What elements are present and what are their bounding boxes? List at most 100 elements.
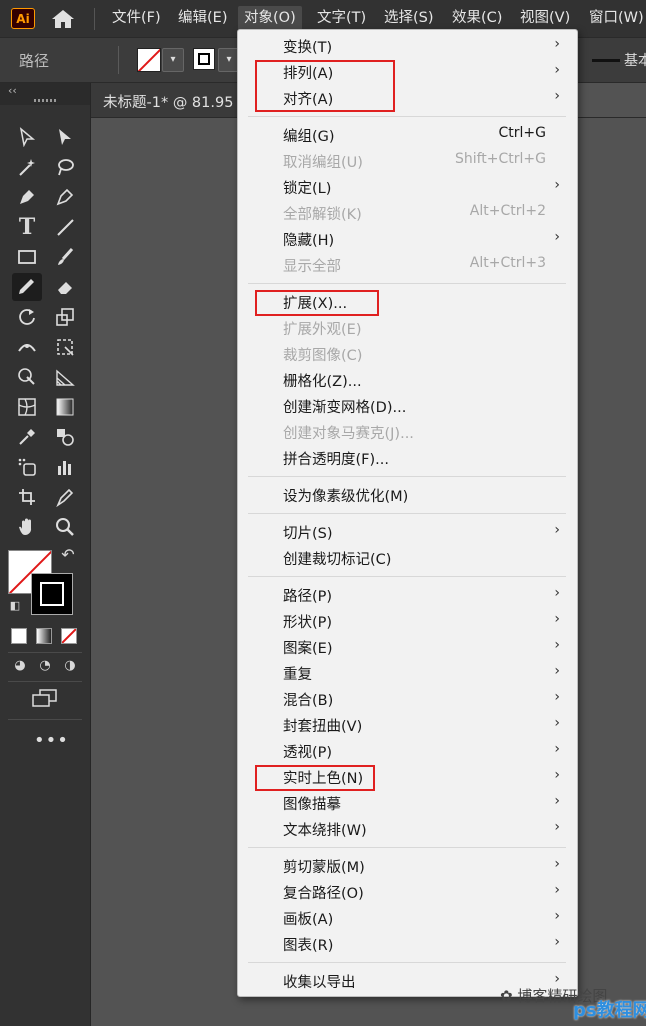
object-menu-item[interactable]: 隐藏(H) › [238,226,577,252]
menu-8[interactable]: 窗口(W) [583,6,646,30]
object-menu-item[interactable]: 复合路径(O) › [238,879,577,905]
annotation-highlight-box [255,60,395,112]
submenu-chevron-right-icon: › [554,689,560,705]
artboard-tool-icon[interactable] [14,484,40,510]
menu-5[interactable]: 选择(S) [378,6,440,30]
screen-mode-icon[interactable] [30,687,60,711]
eraser-tool-icon[interactable] [52,274,78,300]
stroke-color-swatch[interactable] [31,573,73,615]
color-mode-icon[interactable] [11,628,27,644]
curvature-tool-icon[interactable] [52,184,78,210]
draw-inside-icon[interactable]: ◑ [59,655,81,677]
home-icon[interactable] [50,8,76,30]
object-menu-item[interactable]: 设为像素级优化(M) [238,482,577,508]
object-menu-item[interactable]: 创建裁切标记(C) [238,545,577,571]
object-menu-item: 显示全部 Alt+Ctrl+3 [238,252,577,278]
object-menu-item: 裁剪图像(C) [238,341,577,367]
line-segment-tool-icon[interactable] [52,214,78,240]
shape-builder-tool-icon[interactable] [14,364,40,390]
submenu-chevron-right-icon: › [554,741,560,757]
lasso-tool-icon[interactable] [52,154,78,180]
menu-7[interactable]: 视图(V) [514,6,576,30]
object-menu-item[interactable]: 图表(R) › [238,931,577,957]
type-tool-icon[interactable]: T [14,214,40,240]
swap-fill-stroke-icon[interactable]: ↶ [58,545,78,565]
none-mode-icon[interactable] [61,628,77,644]
scale-tool-icon[interactable] [52,304,78,330]
free-transform-tool-icon[interactable] [52,334,78,360]
menu-item-label: 编组(G) [283,129,335,145]
object-menu-item[interactable]: 剪切蒙版(M) › [238,853,577,879]
menu-item-label: 全部解锁(K) [283,207,362,223]
object-menu-item[interactable]: 透视(P) › [238,738,577,764]
rectangle-tool-icon[interactable] [14,244,40,270]
direct-selection-tool-icon[interactable] [52,124,78,150]
object-menu-item: 全部解锁(K) Alt+Ctrl+2 [238,200,577,226]
document-tab[interactable]: 未标题-1* @ 81.95 [91,83,241,117]
menu-item-label: 透视(P) [283,745,333,761]
selection-tool-icon[interactable] [14,124,40,150]
collapse-panel-icon[interactable]: ‹‹ [8,84,17,97]
stroke-swatch[interactable] [193,48,215,70]
menu-item-label: 切片(S) [283,526,333,542]
eyedropper-tool-icon[interactable] [14,424,40,450]
object-menu-item[interactable]: 图像描摹 › [238,790,577,816]
fill-dropdown-chevron-icon[interactable]: ▾ [162,48,184,72]
menu-separator [248,513,566,514]
object-menu-item[interactable]: 重复 › [238,660,577,686]
draw-behind-icon[interactable]: ◔ [34,655,56,677]
width-tool-icon[interactable] [14,334,40,360]
object-menu-item[interactable]: 拼合透明度(F)... [238,445,577,471]
default-fill-stroke-icon[interactable]: ◧ [6,597,24,615]
gradient-mode-icon[interactable] [36,628,52,644]
fill-swatch[interactable] [137,48,161,72]
menu-6[interactable]: 效果(C) [446,6,508,30]
edit-toolbar-icon[interactable]: ••• [34,730,69,751]
blend-tool-icon[interactable] [52,424,78,450]
draw-normal-icon[interactable]: ◕ [9,655,31,677]
menu-item-label: 图像描摹 [283,797,341,813]
object-menu-item[interactable]: 画板(A) › [238,905,577,931]
menu-2[interactable]: 编辑(E) [172,6,233,30]
pencil-tool-icon[interactable] [12,273,42,301]
menu-item-label: 封套扭曲(V) [283,719,363,735]
submenu-chevron-right-icon: › [554,663,560,679]
menu-item-label: 设为像素级优化(M) [283,489,409,505]
toolbar-divider [8,681,82,682]
style-label[interactable]: 基本 [624,50,646,70]
menu-1[interactable]: 文件(F) [106,6,167,30]
rotate-tool-icon[interactable] [14,304,40,330]
stroke-style-preview[interactable] [592,59,620,62]
object-menu-item[interactable]: 编组(G) Ctrl+G [238,122,577,148]
column-graph-tool-icon[interactable] [52,454,78,480]
gradient-tool-icon[interactable] [52,394,78,420]
object-menu-item[interactable]: 图案(E) › [238,634,577,660]
menu-4[interactable]: 文字(T) [311,6,372,30]
document-tab-title: 未标题-1* @ 81.95 [103,95,234,111]
pen-tool-icon[interactable] [14,184,40,210]
object-menu-item[interactable]: 路径(P) › [238,582,577,608]
menu-3[interactable]: 对象(O) [238,6,302,30]
submenu-chevron-right-icon: › [554,637,560,653]
paintbrush-tool-icon[interactable] [52,244,78,270]
mesh-tool-icon[interactable] [14,394,40,420]
object-menu-item[interactable]: 形状(P) › [238,608,577,634]
magic-wand-tool-icon[interactable] [14,154,40,180]
object-menu-item[interactable]: 封套扭曲(V) › [238,712,577,738]
object-menu-item[interactable]: 文本绕排(W) › [238,816,577,842]
object-menu-item[interactable]: 栅格化(Z)... [238,367,577,393]
object-menu-item[interactable]: 锁定(L) › [238,174,577,200]
slice-tool-icon[interactable] [52,484,78,510]
menu-item-label: 形状(P) [283,615,333,631]
zoom-tool-icon[interactable] [52,514,78,540]
toolbar-divider [8,719,82,720]
menu-item-label: 创建渐变网格(D)... [283,400,407,416]
perspective-grid-tool-icon[interactable] [52,364,78,390]
object-menu-item[interactable]: 变换(T) › [238,33,577,59]
object-menu-item[interactable]: 创建渐变网格(D)... [238,393,577,419]
symbol-sprayer-tool-icon[interactable] [14,454,40,480]
object-menu-item[interactable]: 混合(B) › [238,686,577,712]
object-menu-item[interactable]: 切片(S) › [238,519,577,545]
panel-grip-icon[interactable] [34,99,56,102]
hand-tool-icon[interactable] [14,514,40,540]
